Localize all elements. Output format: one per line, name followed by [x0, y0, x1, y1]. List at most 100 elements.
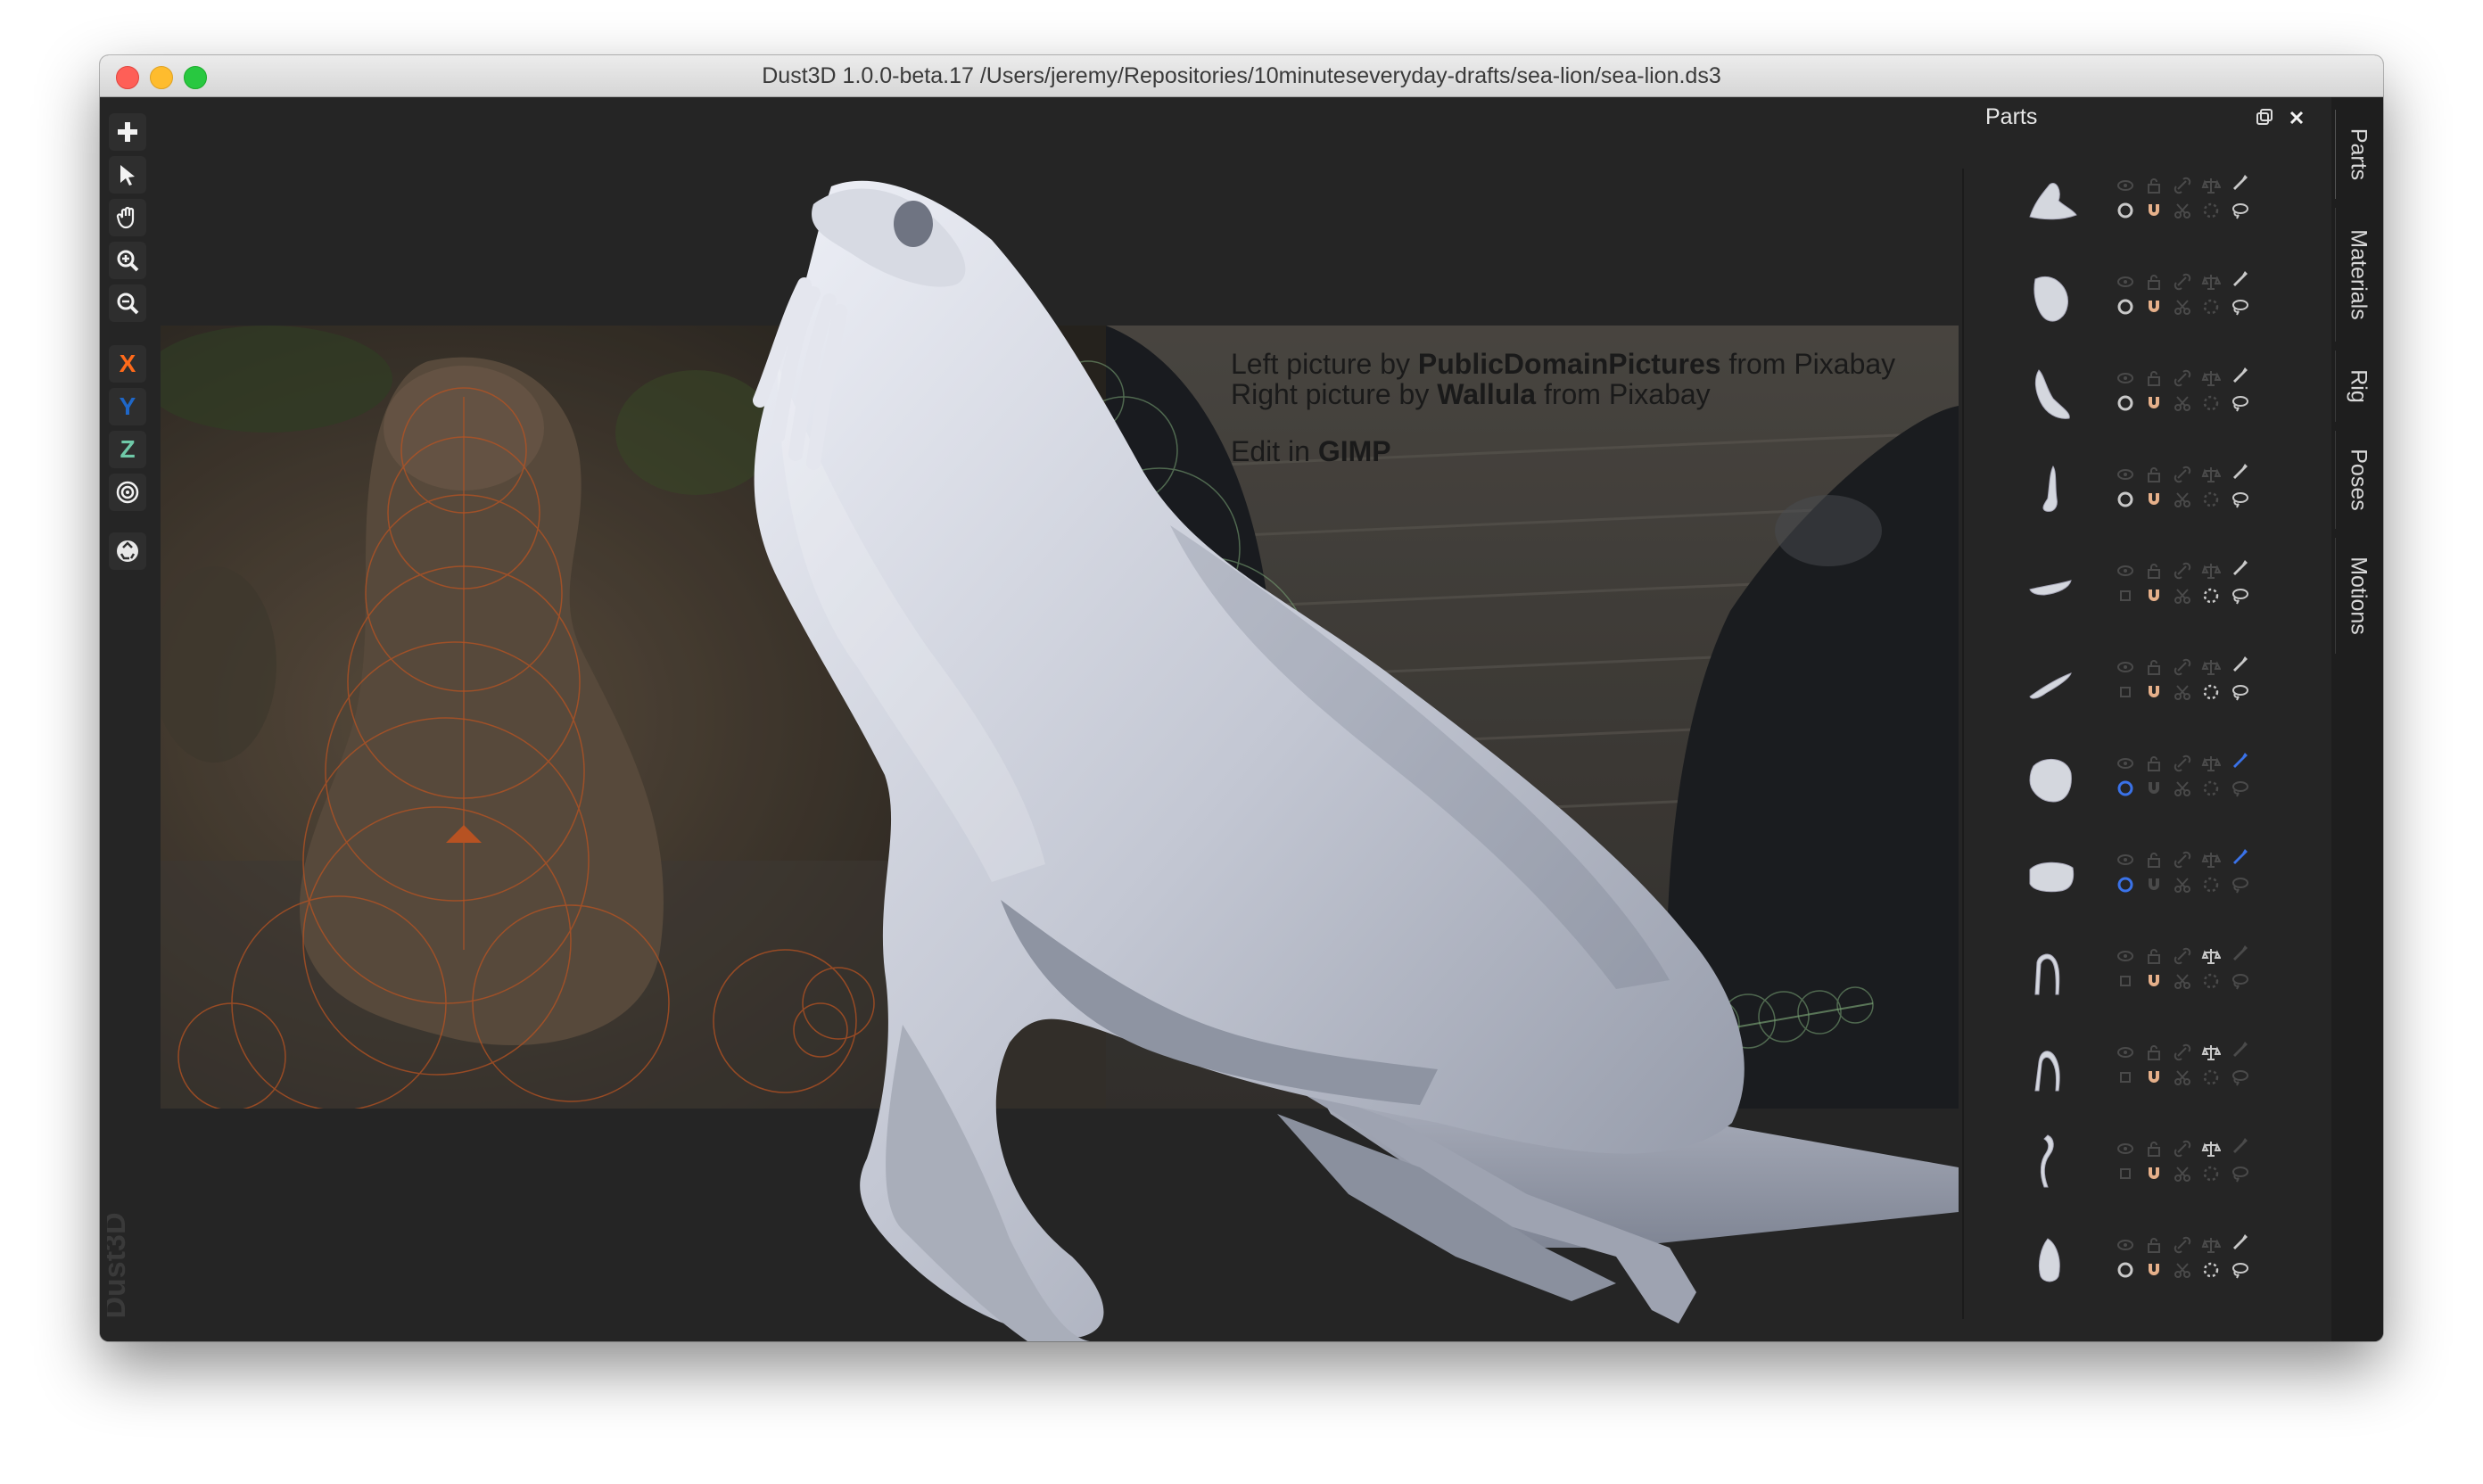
magnet-icon[interactable] [2144, 682, 2164, 702]
link-icon[interactable] [2173, 368, 2192, 388]
ring-icon[interactable] [2116, 393, 2135, 413]
dotted-circle-icon[interactable] [2201, 1068, 2221, 1087]
scissors-icon[interactable] [2173, 875, 2192, 895]
balance-icon[interactable] [2201, 272, 2221, 292]
eye-icon[interactable] [2116, 561, 2135, 581]
dotted-circle-icon[interactable] [2201, 393, 2221, 413]
balance-icon[interactable] [2201, 946, 2221, 966]
magnet-icon[interactable] [2144, 875, 2164, 895]
scissors-icon[interactable] [2173, 393, 2192, 413]
eye-icon[interactable] [2116, 272, 2135, 292]
balance-icon[interactable] [2201, 465, 2221, 484]
axis-z-button[interactable]: Z [109, 431, 146, 468]
balance-icon[interactable] [2201, 657, 2221, 677]
magnet-icon[interactable] [2144, 490, 2164, 509]
color-picker-icon[interactable] [2230, 365, 2249, 384]
eye-icon[interactable] [2116, 368, 2135, 388]
lock-icon[interactable] [2144, 850, 2164, 870]
link-icon[interactable] [2173, 176, 2192, 195]
link-icon[interactable] [2173, 465, 2192, 484]
link-icon[interactable] [2173, 946, 2192, 966]
scissors-icon[interactable] [2173, 297, 2192, 317]
dotted-circle-icon[interactable] [2201, 682, 2221, 702]
color-picker-icon[interactable] [2230, 1135, 2249, 1155]
lasso-icon[interactable] [2230, 1164, 2249, 1183]
color-picker-icon[interactable] [2230, 654, 2249, 673]
part-row[interactable] [2009, 738, 2276, 827]
ring-icon[interactable] [2116, 875, 2135, 895]
magnet-icon[interactable] [2144, 779, 2164, 798]
link-icon[interactable] [2173, 272, 2192, 292]
ring-icon[interactable] [2116, 297, 2135, 317]
magnet-icon[interactable] [2144, 1068, 2164, 1087]
lock-icon[interactable] [2144, 1235, 2164, 1255]
zoom-in-icon[interactable] [109, 242, 146, 279]
eye-icon[interactable] [2116, 850, 2135, 870]
part-row[interactable] [2009, 352, 2276, 441]
zoom-out-icon[interactable] [109, 284, 146, 322]
dotted-circle-icon[interactable] [2201, 490, 2221, 509]
color-picker-icon[interactable] [2230, 461, 2249, 481]
link-icon[interactable] [2173, 754, 2192, 773]
dotted-circle-icon[interactable] [2201, 971, 2221, 991]
lasso-icon[interactable] [2230, 1068, 2249, 1087]
tab-rig[interactable]: Rig [2335, 350, 2380, 422]
lock-icon[interactable] [2144, 272, 2164, 292]
link-icon[interactable] [2173, 657, 2192, 677]
square-icon[interactable] [2116, 586, 2135, 606]
tab-parts[interactable]: Parts [2335, 110, 2380, 199]
lasso-icon[interactable] [2230, 490, 2249, 509]
color-picker-icon[interactable] [2230, 1039, 2249, 1059]
scissors-icon[interactable] [2173, 971, 2192, 991]
eye-icon[interactable] [2116, 754, 2135, 773]
add-icon[interactable] [109, 113, 146, 151]
color-picker-icon[interactable] [2230, 1232, 2249, 1251]
magnet-icon[interactable] [2144, 586, 2164, 606]
lasso-icon[interactable] [2230, 682, 2249, 702]
select-pointer-icon[interactable] [109, 156, 146, 194]
lasso-icon[interactable] [2230, 875, 2249, 895]
lasso-icon[interactable] [2230, 297, 2249, 317]
part-row[interactable] [2009, 545, 2276, 634]
balance-icon[interactable] [2201, 1139, 2221, 1158]
float-window-icon[interactable] [2255, 108, 2274, 128]
square-icon[interactable] [2116, 1068, 2135, 1087]
lasso-icon[interactable] [2230, 779, 2249, 798]
tab-poses[interactable]: Poses [2335, 431, 2380, 529]
lock-icon[interactable] [2144, 1139, 2164, 1158]
ring-icon[interactable] [2116, 1260, 2135, 1280]
part-row[interactable] [2009, 1026, 2276, 1116]
balance-icon[interactable] [2201, 176, 2221, 195]
lasso-icon[interactable] [2230, 586, 2249, 606]
link-icon[interactable] [2173, 1235, 2192, 1255]
tab-motions[interactable]: Motions [2335, 538, 2380, 654]
balance-icon[interactable] [2201, 850, 2221, 870]
dotted-circle-icon[interactable] [2201, 875, 2221, 895]
lasso-icon[interactable] [2230, 1260, 2249, 1280]
part-row[interactable] [2009, 1123, 2276, 1212]
part-row[interactable] [2009, 256, 2276, 345]
lock-icon[interactable] [2144, 1043, 2164, 1062]
link-icon[interactable] [2173, 850, 2192, 870]
lock-icon[interactable] [2144, 754, 2164, 773]
dotted-circle-icon[interactable] [2201, 586, 2221, 606]
hand-pan-icon[interactable] [109, 199, 146, 236]
link-icon[interactable] [2173, 1043, 2192, 1062]
scissors-icon[interactable] [2173, 779, 2192, 798]
dotted-circle-icon[interactable] [2201, 1260, 2221, 1280]
dotted-circle-icon[interactable] [2201, 779, 2221, 798]
link-icon[interactable] [2173, 1139, 2192, 1158]
eye-icon[interactable] [2116, 1139, 2135, 1158]
sea-lion-model[interactable] [100, 97, 1973, 1341]
magnet-icon[interactable] [2144, 971, 2164, 991]
color-picker-icon[interactable] [2230, 846, 2249, 866]
part-row[interactable] [2009, 641, 2276, 730]
ring-icon[interactable] [2116, 490, 2135, 509]
square-icon[interactable] [2116, 1164, 2135, 1183]
ring-icon[interactable] [2116, 779, 2135, 798]
ring-icon[interactable] [2116, 201, 2135, 220]
part-row[interactable] [2009, 834, 2276, 923]
lock-icon[interactable] [2144, 176, 2164, 195]
color-picker-icon[interactable] [2230, 172, 2249, 192]
lock-icon[interactable] [2144, 561, 2164, 581]
